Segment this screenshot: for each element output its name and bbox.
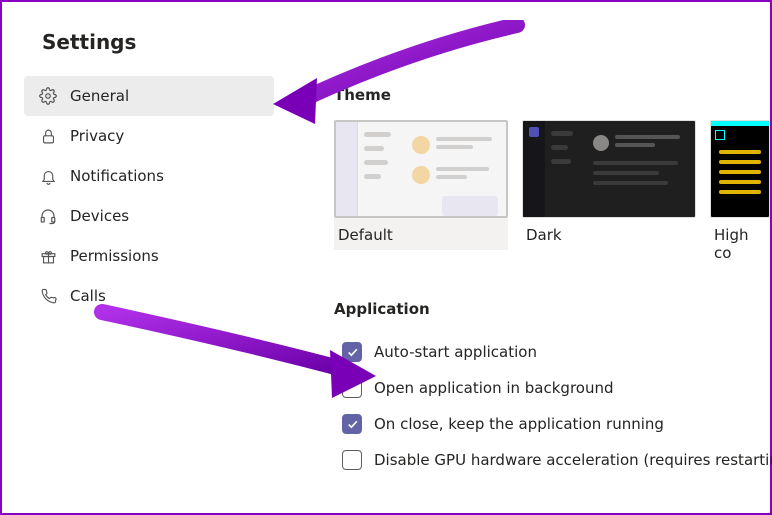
theme-option-default[interactable]: Default	[334, 120, 508, 262]
sidebar-item-label: Calls	[70, 287, 106, 305]
theme-option-dark[interactable]: Dark	[522, 120, 696, 262]
theme-preview	[710, 120, 770, 218]
bell-icon	[38, 166, 58, 186]
option-auto-start[interactable]: Auto-start application	[342, 334, 772, 370]
theme-options: Default	[334, 120, 772, 262]
sidebar-item-calls[interactable]: Calls	[24, 276, 274, 316]
option-disable-gpu[interactable]: Disable GPU hardware acceleration (requi…	[342, 442, 772, 478]
gift-icon	[38, 246, 58, 266]
sidebar-item-label: Notifications	[70, 167, 164, 185]
sidebar-item-privacy[interactable]: Privacy	[24, 116, 274, 156]
theme-heading: Theme	[334, 86, 772, 104]
sidebar-item-permissions[interactable]: Permissions	[24, 236, 274, 276]
gear-icon	[38, 86, 58, 106]
theme-label: High co	[710, 218, 770, 262]
checkbox-unchecked-icon[interactable]	[342, 450, 362, 470]
theme-preview	[334, 120, 508, 218]
lock-icon	[38, 126, 58, 146]
sidebar-item-devices[interactable]: Devices	[24, 196, 274, 236]
sidebar-item-label: Privacy	[70, 127, 124, 145]
checkbox-unchecked-icon[interactable]	[342, 378, 362, 398]
application-heading: Application	[334, 300, 772, 318]
option-label: Disable GPU hardware acceleration (requi…	[374, 451, 772, 469]
theme-option-high-contrast[interactable]: High co	[710, 120, 770, 262]
sidebar-item-general[interactable]: General	[24, 76, 274, 116]
checkbox-checked-icon[interactable]	[342, 342, 362, 362]
theme-label: Dark	[522, 218, 696, 244]
option-open-background[interactable]: Open application in background	[342, 370, 772, 406]
sidebar-item-label: General	[70, 87, 129, 105]
page-title: Settings	[2, 2, 770, 72]
sidebar-item-label: Devices	[70, 207, 129, 225]
theme-label: Default	[334, 218, 508, 250]
option-label: On close, keep the application running	[374, 415, 664, 433]
sidebar-item-label: Permissions	[70, 247, 159, 265]
option-label: Auto-start application	[374, 343, 537, 361]
theme-preview	[522, 120, 696, 218]
option-keep-running[interactable]: On close, keep the application running	[342, 406, 772, 442]
option-label: Open application in background	[374, 379, 614, 397]
phone-icon	[38, 286, 58, 306]
sidebar-item-notifications[interactable]: Notifications	[24, 156, 274, 196]
settings-sidebar: General Privacy Notifications Devices Pe	[24, 72, 274, 478]
checkbox-checked-icon[interactable]	[342, 414, 362, 434]
headset-icon	[38, 206, 58, 226]
